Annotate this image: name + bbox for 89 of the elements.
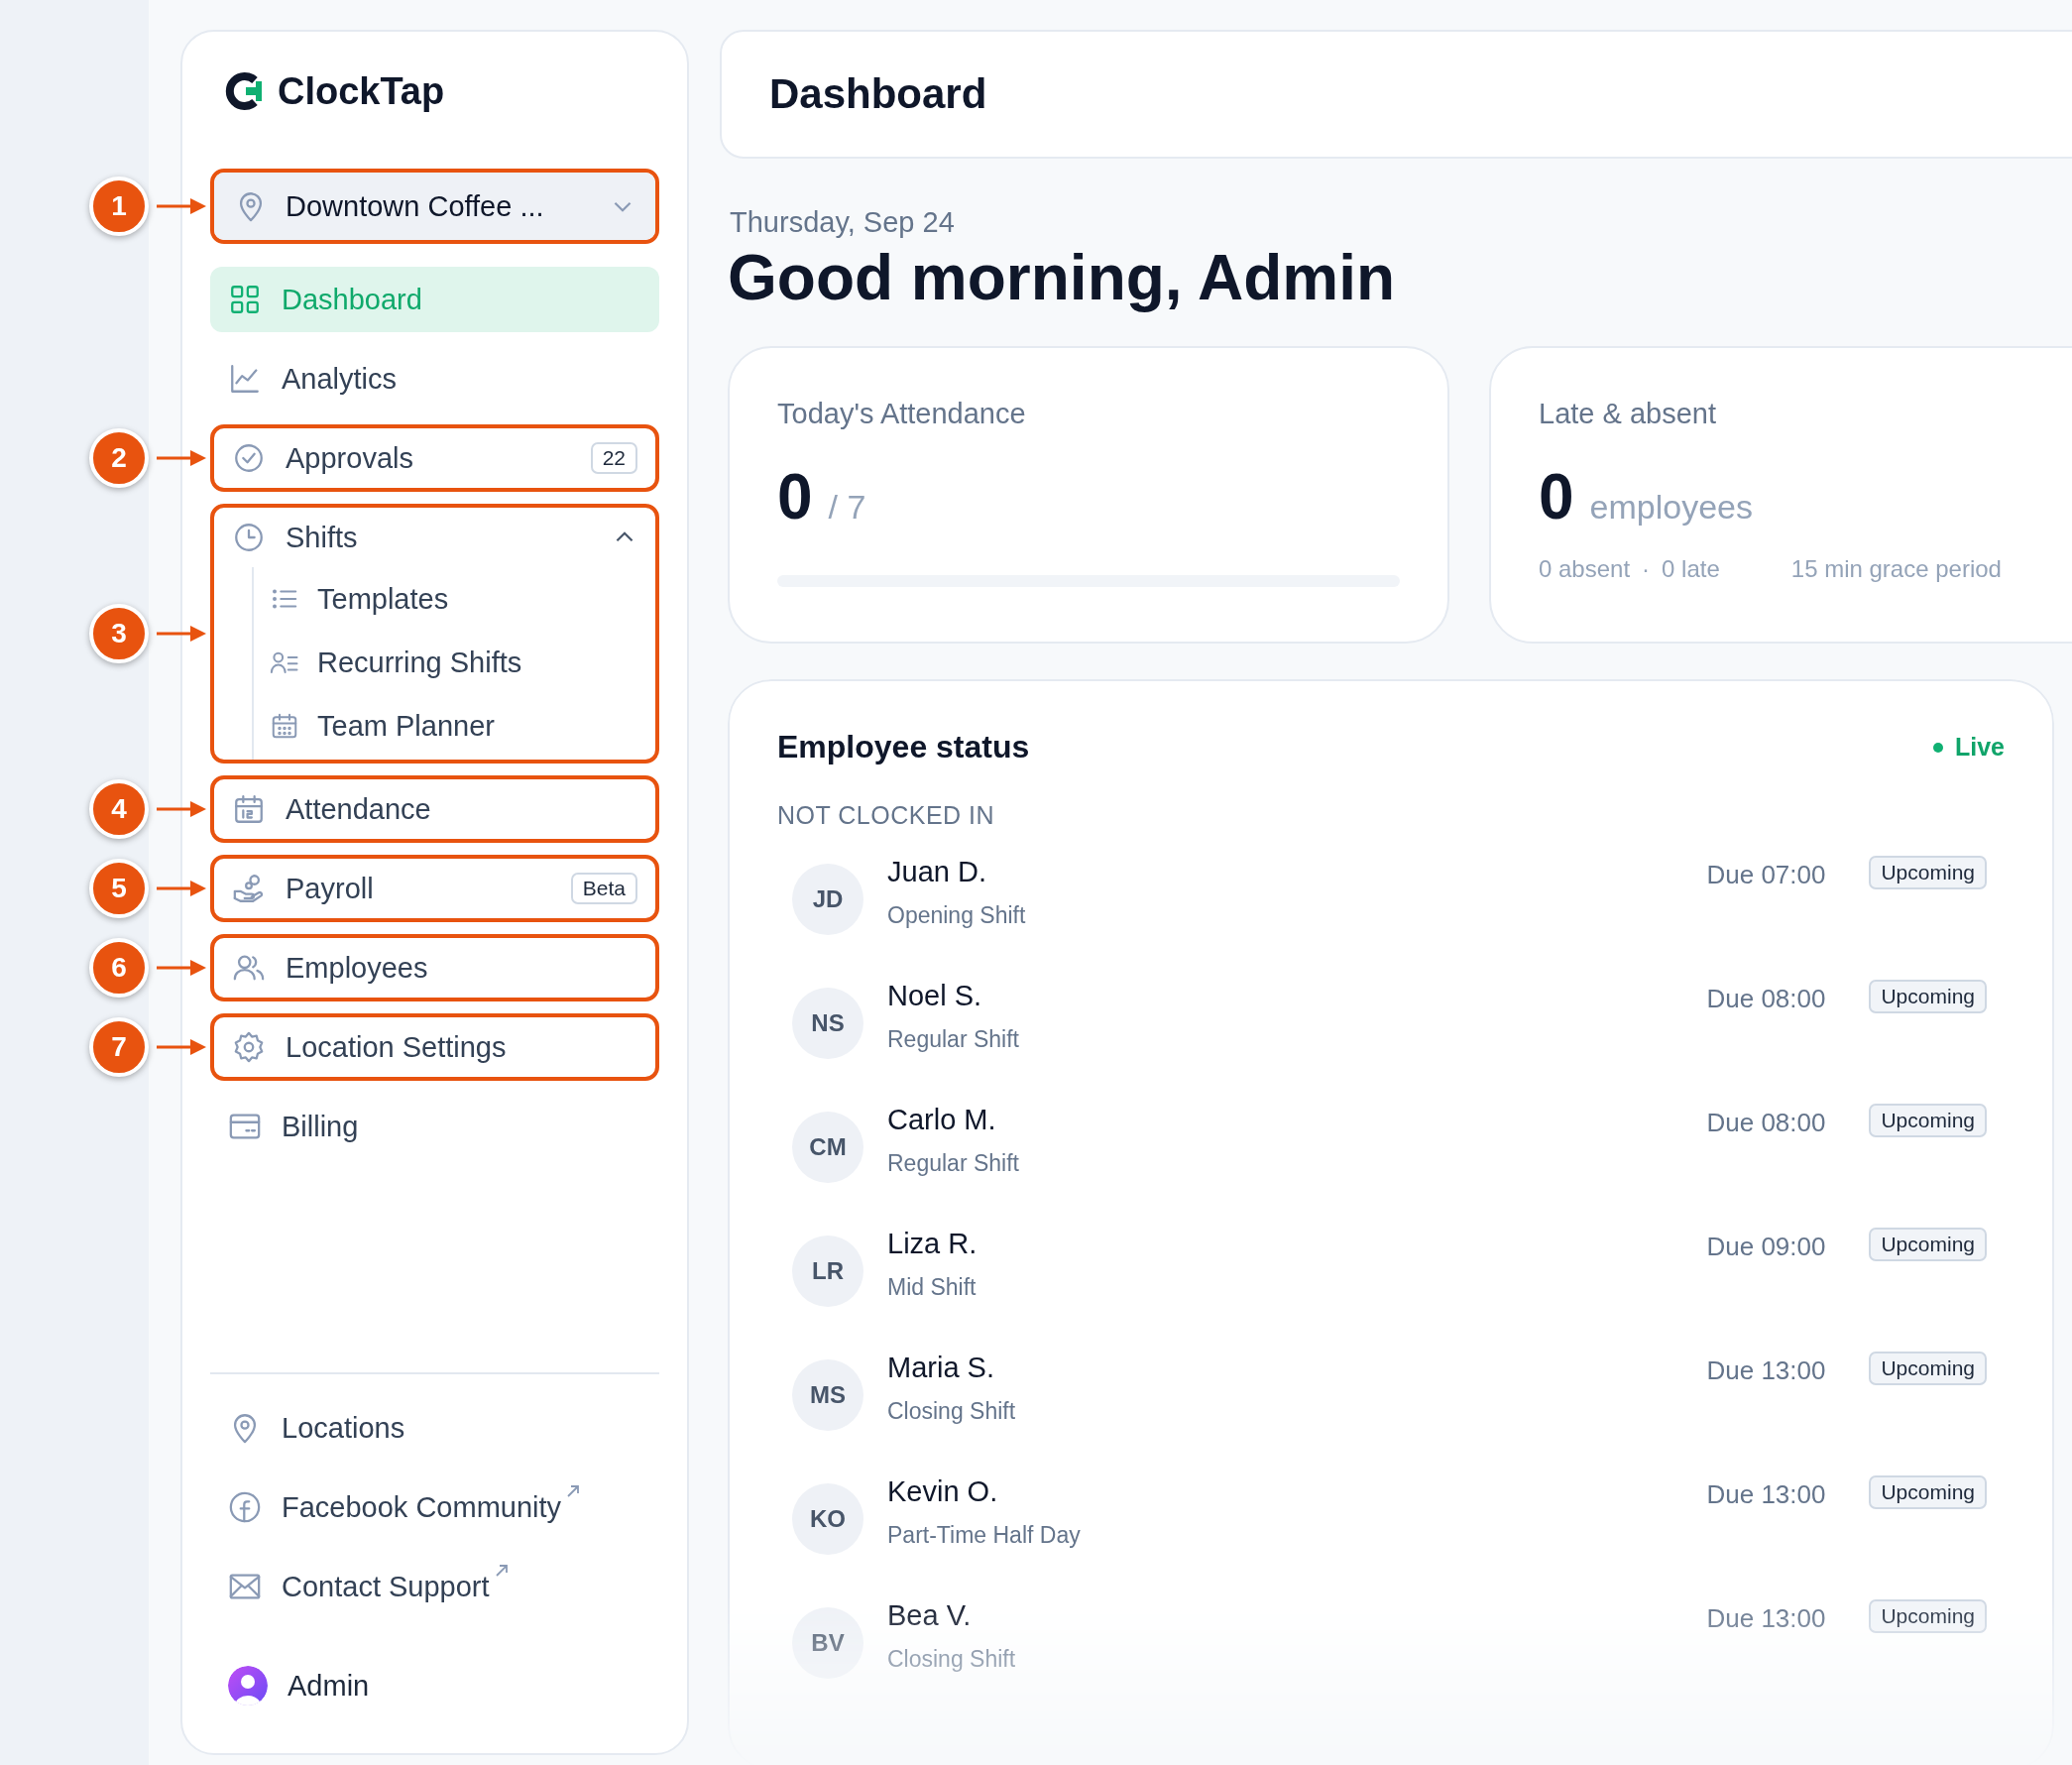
stat-value: 0 — [1539, 460, 1574, 534]
callout-arrow — [157, 958, 206, 978]
employee-name: Liza R. — [887, 1228, 978, 1261]
due-time: Due 08:00 — [1706, 984, 1826, 1015]
card-title: Today's Attendance — [777, 398, 1027, 431]
absent-count: 0 absent — [1539, 555, 1631, 584]
late-count: 0 late — [1662, 555, 1720, 584]
settings-icon — [232, 1030, 266, 1064]
nav-item[interactable]: Location Settings — [214, 1017, 655, 1077]
callout-arrow — [157, 879, 206, 898]
initials-avatar: BV — [792, 1607, 863, 1680]
shift-name: Closing Shift — [887, 1398, 1017, 1426]
count-badge: Beta — [570, 873, 637, 904]
initials-avatar: CM — [792, 1112, 863, 1184]
employee-name: Kevin O. — [887, 1475, 999, 1509]
callout-arrow — [157, 448, 206, 468]
employee-name: Maria S. — [887, 1352, 995, 1385]
due-time: Due 07:00 — [1706, 860, 1826, 891]
status-tag: Upcoming — [1869, 1104, 1987, 1138]
nav-subitem[interactable]: Templates — [270, 567, 655, 631]
shift-name: Regular Shift — [887, 1150, 1020, 1178]
due-time: Due 13:00 — [1706, 1603, 1826, 1635]
initials-avatar: LR — [792, 1236, 863, 1308]
check-circle-icon — [232, 441, 266, 475]
grid-icon — [228, 283, 262, 316]
card-title: Late & absent — [1539, 398, 1717, 431]
status-tag: Upcoming — [1869, 856, 1987, 890]
card-title: Employee status — [777, 729, 1031, 766]
live-label: Live — [1954, 733, 2005, 763]
callout-arrow — [157, 196, 206, 216]
status-tag: Upcoming — [1869, 1352, 1987, 1386]
facebook-icon — [228, 1490, 262, 1524]
nav-item[interactable]: Shifts — [214, 508, 655, 567]
avatar-icon — [228, 1666, 268, 1706]
brand-name: ClockTap — [278, 69, 445, 113]
employee-name: Noel S. — [887, 980, 983, 1013]
nav-item[interactable]: Payroll Beta — [214, 859, 655, 918]
nav-item[interactable]: Attendance — [214, 779, 655, 839]
separator-dot: · — [1642, 555, 1651, 584]
nav-item[interactable]: Employees — [214, 938, 655, 998]
status-tag: Upcoming — [1869, 1475, 1987, 1510]
shift-name: Part-Time Half Day — [887, 1522, 1082, 1550]
callout-arrow — [157, 1037, 206, 1057]
sidebar-link[interactable]: Locations — [210, 1394, 659, 1462]
shift-name: Closing Shift — [887, 1646, 1017, 1674]
nav-item[interactable]: Billing — [210, 1097, 659, 1156]
callout-arrow — [157, 624, 206, 644]
initials-avatar: NS — [792, 988, 863, 1060]
shift-name: Opening Shift — [887, 902, 1027, 930]
initials-avatar: KO — [792, 1483, 863, 1556]
status-tag: Upcoming — [1869, 1599, 1987, 1634]
due-time: Due 13:00 — [1706, 1355, 1826, 1387]
live-dot — [1932, 742, 1943, 753]
page-title: Dashboard — [769, 70, 987, 118]
stat-unit: employees — [1589, 488, 1753, 528]
initials-avatar: JD — [792, 864, 863, 936]
section-heading: NOT CLOCKED IN — [777, 801, 996, 831]
nav-item[interactable]: Approvals 22 — [214, 428, 655, 488]
status-tag: Upcoming — [1869, 1228, 1987, 1262]
due-time: Due 13:00 — [1706, 1479, 1826, 1511]
nav-subitem[interactable]: Team Planner — [270, 694, 655, 758]
callout-arrow — [157, 799, 206, 819]
stat-total: / 7 — [828, 488, 866, 528]
employee-name: Juan D. — [887, 856, 987, 889]
clock-icon — [232, 521, 266, 554]
shift-name: Mid Shift — [887, 1274, 978, 1302]
status-tag: Upcoming — [1869, 980, 1987, 1014]
sidebar-link[interactable]: Contact Support — [210, 1553, 659, 1620]
employee-name: Bea V. — [887, 1599, 973, 1633]
employee-name: Carlo M. — [887, 1104, 997, 1137]
nav-item[interactable]: Analytics — [210, 349, 659, 409]
count-badge: 22 — [590, 442, 637, 474]
hand-coins-icon — [232, 872, 266, 905]
sidebar-link[interactable]: Facebook Community — [210, 1473, 659, 1541]
line-chart-icon — [228, 362, 262, 396]
location-dropdown[interactable]: Downtown Coffee ... — [214, 173, 655, 240]
sidebar-link[interactable]: Admin — [210, 1652, 659, 1719]
logo-icon — [224, 71, 264, 111]
grace-period: 15 min grace period — [1790, 555, 2002, 584]
initials-avatar: MS — [792, 1359, 863, 1432]
calendar-icon — [270, 711, 299, 741]
due-time: Due 09:00 — [1706, 1232, 1826, 1263]
date-text: Thursday, Sep 24 — [730, 206, 956, 239]
greeting: Good morning, Admin — [728, 243, 1397, 313]
nav-subitem[interactable]: Recurring Shifts — [270, 631, 655, 694]
calendar-icon — [232, 792, 266, 826]
shift-name: Regular Shift — [887, 1026, 1020, 1054]
stat-value: 0 — [777, 460, 813, 534]
due-time: Due 08:00 — [1706, 1108, 1826, 1139]
